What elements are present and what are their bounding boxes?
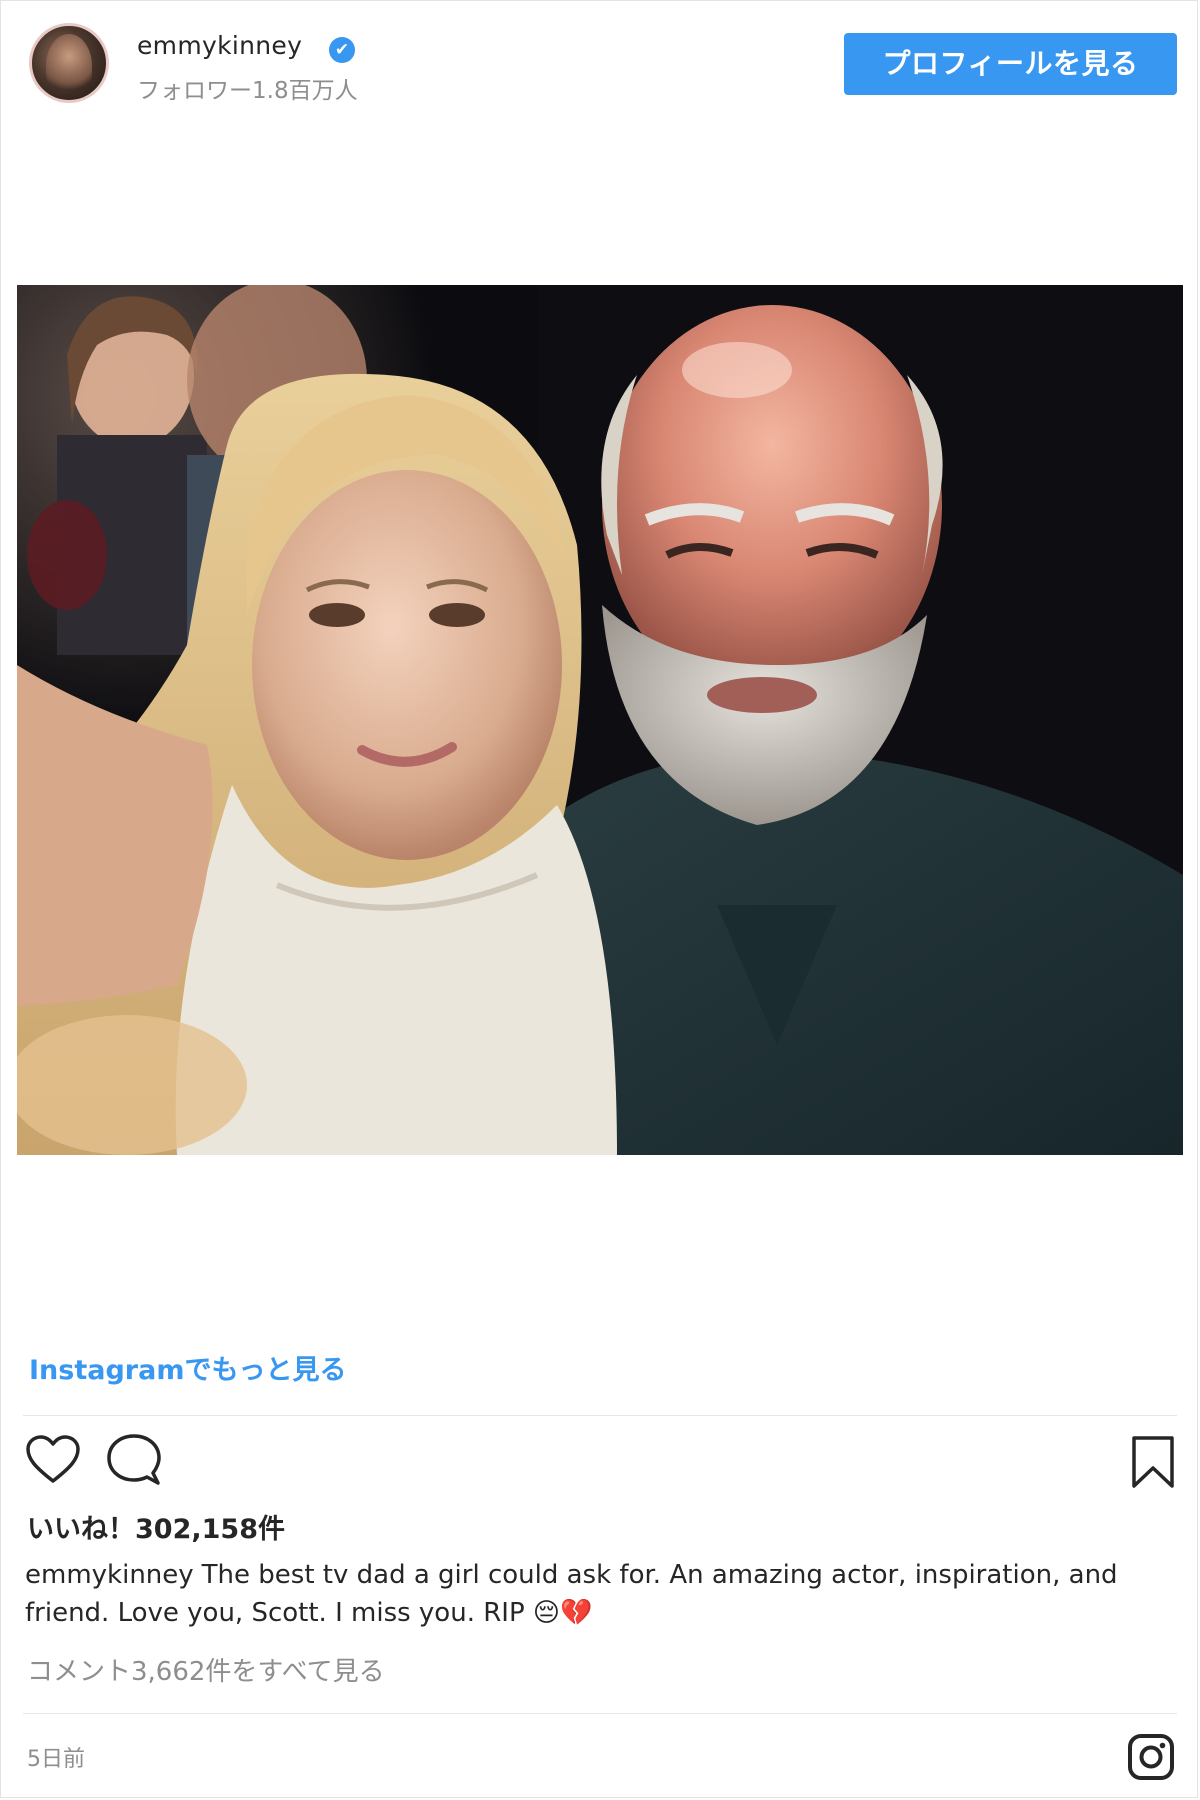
avatar[interactable] — [29, 23, 109, 103]
like-count: いいね！302,158件 — [27, 1514, 285, 1545]
post-timestamp: 5日前 — [27, 1747, 85, 1772]
caption-username[interactable]: emmykinney — [25, 1560, 194, 1590]
instagram-embed: emmykinney ✔ フォロワー1.8百万人 プロフィールを見る Insta… — [0, 0, 1198, 1798]
follower-count: フォロワー1.8百万人 — [137, 78, 358, 104]
username[interactable]: emmykinney — [137, 31, 302, 60]
view-profile-button[interactable]: プロフィールを見る — [844, 33, 1177, 95]
bookmark-icon[interactable] — [1130, 1435, 1176, 1489]
heart-icon[interactable] — [25, 1435, 81, 1485]
post-photo[interactable] — [17, 285, 1183, 1155]
more-on-instagram-link[interactable]: Instagramでもっと見る — [29, 1348, 346, 1387]
view-all-comments-link[interactable]: コメント3,662件をすべて見る — [27, 1651, 385, 1688]
comment-icon[interactable] — [105, 1433, 163, 1489]
instagram-icon[interactable] — [1127, 1733, 1175, 1781]
divider — [23, 1415, 1177, 1416]
verified-badge-icon: ✔ — [329, 37, 355, 63]
post-photo-illustration — [17, 285, 1183, 1155]
divider — [23, 1713, 1177, 1714]
caption: emmykinney The best tv dad a girl could a… — [25, 1556, 1175, 1632]
